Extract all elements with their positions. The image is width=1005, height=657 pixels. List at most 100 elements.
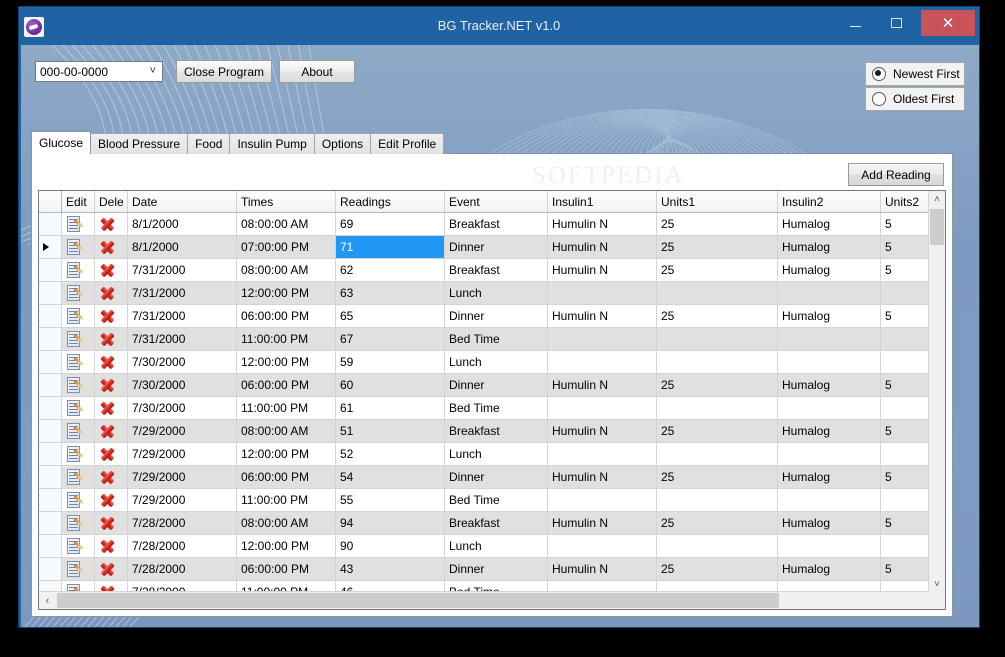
cell-units1[interactable] <box>656 442 778 466</box>
cell-event[interactable]: Lunch <box>444 281 548 305</box>
cell-insulin1[interactable] <box>547 396 657 420</box>
cell-units2[interactable]: 5 <box>880 235 929 259</box>
row-indicator[interactable] <box>39 419 62 443</box>
edit-row-button[interactable] <box>61 465 95 489</box>
table-row[interactable]: 7/29/2000 12:00:00 PM 52 Lunch <box>39 442 929 466</box>
cell-reading[interactable]: 65 <box>335 304 445 328</box>
cell-time[interactable]: 07:00:00 PM <box>236 235 336 259</box>
row-indicator[interactable] <box>39 465 62 489</box>
col-header-delete[interactable]: Dele <box>94 191 128 213</box>
edit-row-button[interactable] <box>61 534 95 558</box>
edit-row-button[interactable] <box>61 350 95 374</box>
delete-row-button[interactable] <box>94 350 128 374</box>
cell-units1[interactable]: 25 <box>656 235 778 259</box>
edit-row-button[interactable] <box>61 488 95 512</box>
cell-insulin2[interactable] <box>777 442 881 466</box>
col-header-times[interactable]: Times <box>236 191 336 213</box>
cell-insulin1[interactable]: Humulin N <box>547 258 657 282</box>
cell-units2[interactable]: 5 <box>880 465 929 489</box>
row-indicator[interactable] <box>39 212 62 236</box>
edit-document-icon[interactable] <box>66 215 84 233</box>
tab-edit-profile[interactable]: Edit Profile <box>370 133 445 154</box>
cell-time[interactable]: 08:00:00 AM <box>236 212 336 236</box>
delete-row-button[interactable] <box>94 419 128 443</box>
delete-row-button[interactable] <box>94 534 128 558</box>
cell-date[interactable]: 7/30/2000 <box>127 396 237 420</box>
cell-insulin1[interactable]: Humulin N <box>547 557 657 581</box>
delete-x-icon[interactable] <box>99 423 116 439</box>
col-header-insulin2[interactable]: Insulin2 <box>777 191 881 213</box>
cell-date[interactable]: 7/28/2000 <box>127 557 237 581</box>
cell-insulin2[interactable]: Humalog <box>777 373 881 397</box>
cell-time[interactable]: 12:00:00 PM <box>236 350 336 374</box>
table-row[interactable]: 7/30/2000 12:00:00 PM 59 Lunch <box>39 350 929 374</box>
delete-x-icon[interactable] <box>99 331 116 347</box>
row-indicator[interactable] <box>39 396 62 420</box>
selected-cell[interactable]: 71 <box>335 235 445 259</box>
cell-event[interactable]: Lunch <box>444 442 548 466</box>
cell-units2[interactable]: 5 <box>880 373 929 397</box>
delete-x-icon[interactable] <box>99 239 116 255</box>
col-header-event[interactable]: Event <box>444 191 548 213</box>
delete-row-button[interactable] <box>94 235 128 259</box>
cell-insulin2[interactable] <box>777 488 881 512</box>
scroll-up-icon[interactable]: ˄ <box>929 191 945 208</box>
cell-insulin2[interactable]: Humalog <box>777 465 881 489</box>
edit-document-icon[interactable] <box>66 376 84 394</box>
cell-units2[interactable]: 5 <box>880 258 929 282</box>
cell-units2[interactable] <box>880 534 929 558</box>
cell-date[interactable]: 7/29/2000 <box>127 465 237 489</box>
cell-time[interactable]: 06:00:00 PM <box>236 304 336 328</box>
delete-row-button[interactable] <box>94 327 128 351</box>
cell-reading[interactable]: 43 <box>335 557 445 581</box>
vertical-scrollbar[interactable]: ˄ ˅ <box>928 191 945 593</box>
cell-event[interactable]: Lunch <box>444 534 548 558</box>
cell-event[interactable]: Dinner <box>444 373 548 397</box>
table-row[interactable]: 7/29/2000 11:00:00 PM 55 Bed Time <box>39 488 929 512</box>
delete-row-button[interactable] <box>94 281 128 305</box>
cell-reading[interactable]: 54 <box>335 465 445 489</box>
cell-event[interactable]: Bed Time <box>444 488 548 512</box>
cell-date[interactable]: 7/30/2000 <box>127 373 237 397</box>
cell-units2[interactable]: 5 <box>880 557 929 581</box>
delete-x-icon[interactable] <box>99 561 116 577</box>
cell-units1[interactable] <box>656 350 778 374</box>
col-header-date[interactable]: Date <box>127 191 237 213</box>
vertical-scroll-thumb[interactable] <box>930 209 944 245</box>
col-header-readings[interactable]: Readings <box>335 191 445 213</box>
add-reading-button[interactable]: Add Reading <box>848 163 944 186</box>
cell-units2[interactable]: 5 <box>880 304 929 328</box>
delete-row-button[interactable] <box>94 258 128 282</box>
cell-units1[interactable]: 25 <box>656 419 778 443</box>
delete-x-icon[interactable] <box>99 400 116 416</box>
about-button[interactable]: About <box>279 60 355 83</box>
delete-x-icon[interactable] <box>99 308 116 324</box>
col-header-insulin1[interactable]: Insulin1 <box>547 191 657 213</box>
cell-reading[interactable]: 62 <box>335 258 445 282</box>
cell-units2[interactable]: 5 <box>880 511 929 535</box>
table-row[interactable]: 8/1/2000 07:00:00 PM 71 Dinner Humulin N 25 Hu… <box>39 235 929 259</box>
sort-newest-first-radio[interactable]: Newest First <box>865 62 965 86</box>
horizontal-scrollbar[interactable]: ‹ › <box>39 591 945 609</box>
cell-units2[interactable]: 5 <box>880 212 929 236</box>
edit-row-button[interactable] <box>61 557 95 581</box>
cell-reading[interactable]: 60 <box>335 373 445 397</box>
cell-time[interactable]: 11:00:00 PM <box>236 327 336 351</box>
table-row[interactable]: 7/28/2000 06:00:00 PM 43 Dinner Humulin N 25 H… <box>39 557 929 581</box>
cell-date[interactable]: 7/31/2000 <box>127 327 237 351</box>
cell-units1[interactable] <box>656 396 778 420</box>
edit-document-icon[interactable] <box>66 399 84 417</box>
cell-insulin2[interactable]: Humalog <box>777 557 881 581</box>
cell-insulin1[interactable]: Humulin N <box>547 373 657 397</box>
edit-row-button[interactable] <box>61 373 95 397</box>
cell-units1[interactable] <box>656 488 778 512</box>
cell-units1[interactable]: 25 <box>656 373 778 397</box>
edit-document-icon[interactable] <box>66 514 84 532</box>
cell-insulin1[interactable]: Humulin N <box>547 212 657 236</box>
sort-oldest-first-radio[interactable]: Oldest First <box>865 87 965 111</box>
tab-blood-pressure[interactable]: Blood Pressure <box>90 133 189 154</box>
cell-insulin2[interactable] <box>777 396 881 420</box>
cell-units1[interactable]: 25 <box>656 258 778 282</box>
delete-x-icon[interactable] <box>99 515 116 531</box>
cell-reading[interactable]: 94 <box>335 511 445 535</box>
